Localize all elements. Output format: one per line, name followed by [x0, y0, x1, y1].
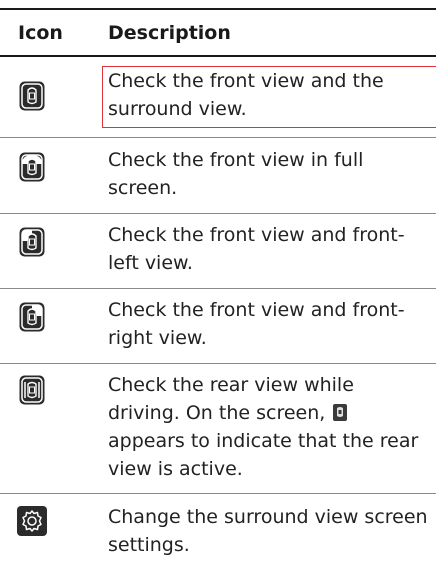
- header-rule: [0, 55, 436, 57]
- row-separator: [0, 137, 436, 138]
- row-separator: [0, 288, 436, 289]
- row-separator: [0, 213, 436, 214]
- column-header-icon: Icon: [18, 22, 63, 44]
- gear-icon: [17, 506, 47, 536]
- rear-view-driving-icon: [19, 375, 45, 405]
- front-full-view-icon: [19, 152, 45, 182]
- row-2-description: Check the front view in full screen.: [108, 149, 364, 199]
- selection-highlight: [102, 66, 436, 128]
- front-left-view-icon: [19, 227, 45, 257]
- front-right-view-icon: [19, 302, 45, 332]
- row-5-text-part-2: appears to indicate that the rear view i…: [108, 430, 419, 480]
- column-header-description: Description: [108, 22, 231, 44]
- row-5-text-part-1: Check the rear view while driving. On th…: [108, 374, 354, 424]
- row-separator: [0, 493, 436, 494]
- row-6-description: Change the surround view screen settings…: [108, 506, 428, 556]
- rear-view-active-indicator-icon: [333, 401, 348, 421]
- table-top-rule: [0, 8, 436, 10]
- row-separator: [0, 363, 436, 364]
- row-5-description: Check the rear view while driving. On th…: [108, 371, 428, 483]
- row-3-description: Check the front view and front-left view…: [108, 224, 405, 274]
- row-4-description: Check the front view and front-right vie…: [108, 299, 405, 349]
- front-surround-view-icon: [19, 81, 45, 111]
